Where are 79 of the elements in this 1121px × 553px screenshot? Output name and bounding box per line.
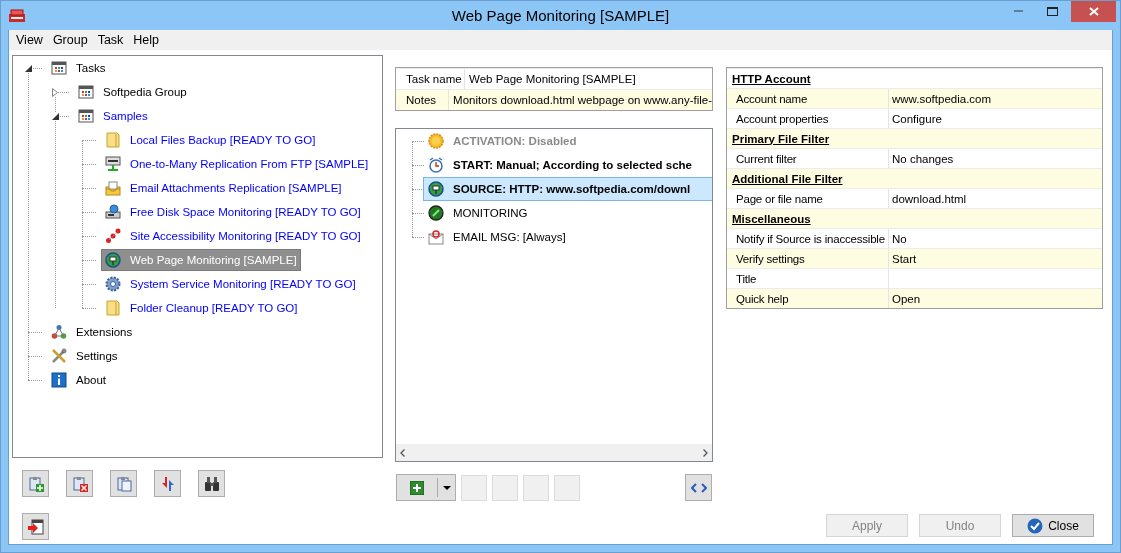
step-item[interactable]: SOURCE: HTTP: www.softpedia.com/downl [423,177,712,201]
globe-icon [428,181,444,197]
window-arrow-icon [27,518,44,535]
property-name: Verify settings [736,252,805,265]
menu-item[interactable]: View [11,33,48,47]
field-value[interactable]: Web Page Monitoring [SAMPLE] [465,73,636,85]
menu-item[interactable]: Group [47,33,93,47]
property-name: Account properties [736,112,829,125]
grid-icon [78,84,94,100]
property-name: Notify if Source is inaccessible [736,232,885,245]
category-heading: Primary File Filter [731,132,830,145]
property-name: Page or file name [736,192,823,205]
category-heading: Additional File Filter [731,172,843,185]
property-value[interactable]: No changes [892,152,954,165]
clipboard-delete-button[interactable] [66,470,93,497]
field-value[interactable]: Monitors download.html webpage on www.any-file- [449,94,712,106]
window-arrow-button[interactable] [22,513,49,540]
nodes-icon [105,228,121,244]
collapse-icon[interactable] [51,112,59,120]
menu-item[interactable]: Task [92,33,129,47]
menu-item[interactable]: Help [128,33,165,47]
grid-icon [78,108,94,124]
copy-button[interactable] [110,470,137,497]
close-button[interactable]: Close [1012,514,1094,537]
close-window-button[interactable] [1071,1,1116,22]
horizontal-scrollbar[interactable] [396,444,712,461]
globe-icon [105,252,121,268]
close-icon [1088,7,1099,16]
network-icon [51,324,67,340]
expand-icon[interactable] [52,87,58,97]
step-item[interactable]: START: Manual; According to selected sche [423,153,712,177]
computer-icon [105,204,121,220]
folder-icon [105,300,121,316]
clipboard-delete-icon [71,475,88,492]
property-name: Title [736,272,757,285]
property-value[interactable]: download.html [892,192,967,205]
property-value[interactable]: Start [892,252,917,265]
angle-brackets-icon [690,482,707,493]
scroll-left-icon [400,448,405,457]
alarm-clock-icon [428,157,444,173]
binoculars-button[interactable] [198,470,225,497]
grid-icon [51,60,67,76]
property-name: Account name [736,92,808,105]
tools-icon [51,348,67,364]
circle-icon [428,205,444,221]
scroll-right-icon [703,448,708,457]
property-value[interactable]: No [892,232,907,245]
category-heading: HTTP Account [731,72,811,85]
minimize-icon [1013,10,1023,13]
clipboard-add-button[interactable] [22,470,49,497]
maximize-icon [1046,7,1058,16]
property-value[interactable]: Open [892,292,921,305]
binoculars-icon [203,475,220,492]
window-title: Web Page Monitoring [SAMPLE] [451,7,670,24]
property-name: Current filter [736,152,797,165]
dropdown-caret-icon [442,485,451,490]
app-icon [8,8,26,23]
checkmark-icon [1027,517,1044,534]
field-label: Notes [406,94,437,106]
code-view-button[interactable] [685,474,712,501]
folder-icon [105,132,121,148]
inbox-icon [105,180,121,196]
plus-icon [410,480,424,495]
envelope-icon [428,229,444,245]
monitor-icon [105,156,121,172]
field-label: Task name [406,73,462,85]
clipboard-add-icon [27,475,44,492]
gear-icon [105,276,121,292]
add-step-button[interactable] [396,474,456,501]
step-item[interactable]: MONITORING [423,201,712,225]
property-value[interactable]: Configure [892,112,942,125]
property-value[interactable]: www.softpedia.com [892,92,992,105]
info-icon [51,372,67,388]
property-name: Quick help [736,292,789,305]
category-heading: Miscellaneous [731,212,811,225]
swap-arrows-button[interactable] [154,470,181,497]
copy-icon [115,475,132,492]
sun-icon [428,133,444,149]
step-item[interactable]: EMAIL MSG: [Always] [423,225,712,249]
